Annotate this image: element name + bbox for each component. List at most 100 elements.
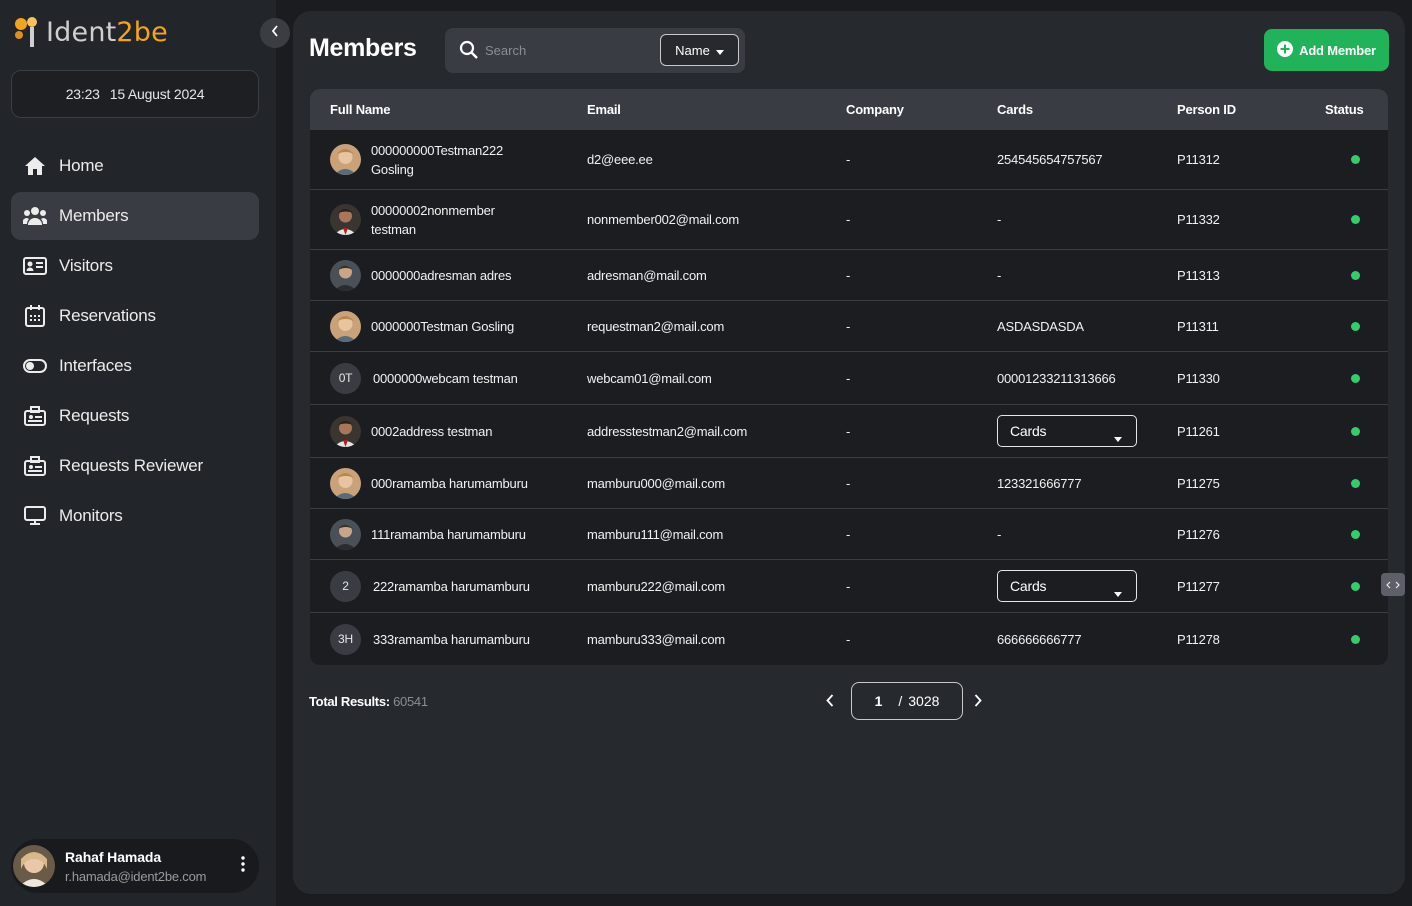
member-email: mamburu000@mail.com xyxy=(587,475,726,491)
column-header-full-name[interactable]: Full Name xyxy=(330,102,391,117)
user-email: r.hamada@ident2be.com xyxy=(65,868,207,884)
member-person-id: P11278 xyxy=(1177,631,1220,647)
toggle-icon xyxy=(23,354,47,378)
member-person-id: P11312 xyxy=(1177,152,1220,167)
search-field-select[interactable]: Name xyxy=(660,34,739,66)
member-cards: 123321666777 xyxy=(997,475,1082,491)
member-company: - xyxy=(846,526,851,542)
table-row[interactable]: 00000002nonmember testman nonmember002@m… xyxy=(310,190,1388,250)
members-icon xyxy=(23,204,47,228)
avatar-initials: 2 xyxy=(330,570,361,602)
main-panel: Members Name Add Member Full Name Email … xyxy=(293,11,1405,894)
sidebar-item-label: Home xyxy=(59,156,104,175)
search-icon xyxy=(459,40,479,65)
avatar xyxy=(13,845,55,887)
member-cards: 666666666777 xyxy=(997,631,1082,647)
table-row[interactable]: 2 222ramamba harumamburu mamburu222@mail… xyxy=(310,560,1388,613)
sidebar-item-monitors[interactable]: Monitors xyxy=(11,492,259,540)
column-header-person-id[interactable]: Person ID xyxy=(1177,102,1236,117)
member-company: - xyxy=(846,318,851,334)
total-results-label: Total Results: xyxy=(309,694,390,709)
sidebar-item-home[interactable]: Home xyxy=(11,142,259,190)
member-person-id: P11332 xyxy=(1177,212,1220,227)
avatar-initials: 3H xyxy=(330,623,361,655)
page-separator: / xyxy=(898,693,903,709)
status-indicator xyxy=(1351,581,1360,591)
table-row[interactable]: 0000000Testman Gosling requestman2@mail.… xyxy=(310,301,1388,352)
member-cards: 254545654757567 xyxy=(997,152,1103,167)
member-cards: - xyxy=(997,212,1002,227)
member-email: addresstestman2@mail.com xyxy=(587,423,748,439)
avatar xyxy=(330,259,361,291)
member-name: 0002address testman xyxy=(371,423,493,439)
member-name: 0000000adresman adres xyxy=(371,267,512,283)
search-input[interactable] xyxy=(485,38,645,62)
member-company: - xyxy=(846,578,851,594)
user-name: Rahaf Hamada xyxy=(65,848,162,865)
logo-icon xyxy=(12,15,44,49)
member-person-id: P11276 xyxy=(1177,526,1220,542)
status-indicator xyxy=(1351,215,1360,224)
more-vertical-icon[interactable] xyxy=(241,856,245,877)
member-email: nonmember002@mail.com xyxy=(587,212,740,227)
add-member-button[interactable]: Add Member xyxy=(1264,29,1389,71)
avatar xyxy=(330,310,361,342)
member-company: - xyxy=(846,631,851,647)
sidebar-item-visitors[interactable]: Visitors xyxy=(11,242,259,290)
page-title: Members xyxy=(309,34,417,62)
cards-dropdown[interactable]: Cards xyxy=(997,415,1137,447)
member-name: 333ramamba harumamburu xyxy=(373,631,530,647)
cards-dropdown-label: Cards xyxy=(1010,423,1047,439)
status-indicator xyxy=(1351,478,1360,488)
member-email: d2@eee.ee xyxy=(587,152,653,167)
briefcase-icon xyxy=(23,454,47,478)
table-row[interactable]: 0000000adresman adres adresman@mail.com … xyxy=(310,250,1388,301)
member-email: adresman@mail.com xyxy=(587,267,707,283)
caret-down-icon xyxy=(1114,429,1122,445)
sidebar-item-requests-reviewer[interactable]: Requests Reviewer xyxy=(11,442,259,490)
sidebar-item-label: Visitors xyxy=(59,256,113,275)
briefcase-icon xyxy=(23,404,47,428)
user-profile[interactable]: Rahaf Hamada r.hamada@ident2be.com xyxy=(11,839,259,893)
member-company: - xyxy=(846,152,851,167)
table-row[interactable]: 0002address testman addresstestman2@mail… xyxy=(310,405,1388,458)
code-icon xyxy=(1386,576,1400,594)
app-logo[interactable]: Ident2be xyxy=(12,14,168,50)
member-cards: ASDASDASDA xyxy=(997,318,1084,334)
table-row[interactable]: 3H 333ramamba harumamburu mamburu333@mai… xyxy=(310,613,1388,665)
cards-dropdown[interactable]: Cards xyxy=(997,570,1137,602)
column-header-status[interactable]: Status xyxy=(1325,102,1364,117)
collapse-sidebar-button[interactable] xyxy=(260,18,290,48)
member-name: 0000000webcam testman xyxy=(373,370,518,386)
sidebar-item-label: Requests Reviewer xyxy=(59,456,203,475)
sidebar-item-interfaces[interactable]: Interfaces xyxy=(11,342,259,390)
sidebar-item-members[interactable]: Members xyxy=(11,192,259,240)
column-header-cards[interactable]: Cards xyxy=(997,102,1033,117)
member-email: mamburu222@mail.com xyxy=(587,578,726,594)
side-panel-toggle[interactable] xyxy=(1381,573,1405,596)
status-indicator xyxy=(1351,270,1360,280)
sidebar: Ident2be 23:23 15 August 2024 Home Membe… xyxy=(0,0,276,906)
column-header-email[interactable]: Email xyxy=(587,102,621,117)
table-row[interactable]: 000000000Testman222 Gosling d2@eee.ee - … xyxy=(310,130,1388,190)
chevron-left-icon[interactable] xyxy=(826,694,834,712)
status-indicator xyxy=(1351,321,1360,331)
chevron-left-icon xyxy=(271,24,279,42)
table-row[interactable]: 000ramamba harumamburu mamburu000@mail.c… xyxy=(310,458,1388,509)
page-input[interactable]: 1 / 3028 xyxy=(851,682,963,720)
avatar xyxy=(330,415,361,447)
search-bar: Name xyxy=(445,28,745,73)
member-company: - xyxy=(846,423,851,439)
sidebar-item-requests[interactable]: Requests xyxy=(11,392,259,440)
pagination: 1 / 3028 xyxy=(813,681,983,721)
table-row[interactable]: 111ramamba harumamburu mamburu111@mail.c… xyxy=(310,509,1388,560)
id-card-icon xyxy=(23,254,47,278)
table-row[interactable]: 0T 0000000webcam testman webcam01@mail.c… xyxy=(310,352,1388,405)
clock-display: 23:23 15 August 2024 xyxy=(11,70,259,118)
member-name: 000000000Testman222 Gosling xyxy=(371,142,504,177)
add-member-label: Add Member xyxy=(1299,42,1376,58)
column-header-company[interactable]: Company xyxy=(846,102,904,117)
avatar xyxy=(330,144,361,175)
sidebar-item-reservations[interactable]: Reservations xyxy=(11,292,259,340)
chevron-right-icon[interactable] xyxy=(974,694,982,712)
